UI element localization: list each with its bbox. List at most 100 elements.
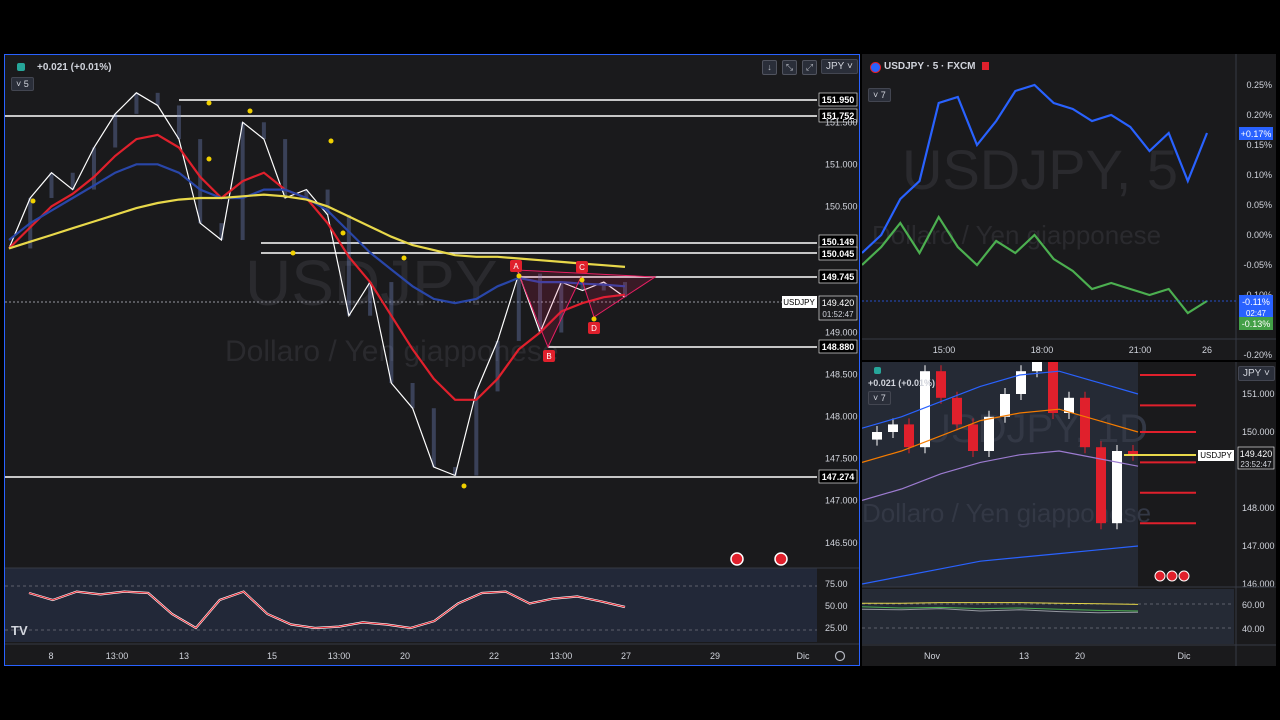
price-badge-151950: 151.950 xyxy=(818,92,858,107)
price-axis-right[interactable]: 151.000150.000148.000147.000146.000 xyxy=(1242,389,1275,589)
percent-tick: -0.05% xyxy=(1243,260,1272,270)
pattern-point-d[interactable]: D xyxy=(588,322,600,334)
price-bar xyxy=(410,382,415,409)
oscillator-pane-right[interactable] xyxy=(862,589,1234,644)
price-bar xyxy=(431,408,436,468)
percent-tick: 0.00% xyxy=(1246,230,1272,240)
price-bar xyxy=(495,340,500,392)
time-tick: 8 xyxy=(48,651,53,661)
candle-body xyxy=(1048,362,1058,413)
badge-green: -0.13% xyxy=(1239,317,1273,330)
percent-tick: 0.25% xyxy=(1246,80,1272,90)
svg-text:A: A xyxy=(513,262,519,271)
price-bar xyxy=(389,282,394,383)
settings-icon[interactable] xyxy=(834,650,846,662)
intraday-chart-panel[interactable]: USDJPY · 5 · FXCM ˅ 7 USDJPY, 5 Dollaro … xyxy=(862,54,1276,360)
svg-text:01:52:47: 01:52:47 xyxy=(822,310,854,319)
tradingview-logo: TV xyxy=(11,623,28,638)
interval-label: 7 xyxy=(880,393,886,403)
svg-text:150.149: 150.149 xyxy=(822,237,855,247)
badge-blue-bottom: -0.11% 02:47 xyxy=(1239,295,1273,319)
time-axis-right-bottom[interactable]: Nov 13 20 Dic xyxy=(924,651,1191,661)
pattern-point-a[interactable]: A xyxy=(510,260,522,272)
main-price-chart[interactable]: USDJPY Dollaro / Yen giapponese A B C D … xyxy=(5,55,860,666)
pattern-point-b[interactable]: B xyxy=(543,350,555,362)
svg-text:USDJPY: USDJPY xyxy=(1200,451,1232,460)
price-axis[interactable]: 151.950 151.752 150.149 150.045 149.745 … xyxy=(782,92,858,548)
time-tick: 13 xyxy=(1019,651,1029,661)
currency-label: JPY xyxy=(1243,368,1262,379)
osc-tick-60: 60.00 xyxy=(1242,600,1265,610)
symbol-tag: USDJPY xyxy=(782,296,817,308)
time-tick: 29 xyxy=(710,651,720,661)
percent-tick: 0.20% xyxy=(1246,110,1272,120)
change-readout: +0.021 (+0.01%) xyxy=(868,378,936,388)
time-tick: Dic xyxy=(1178,651,1191,661)
price-bar xyxy=(91,147,96,190)
price-bar xyxy=(474,391,479,476)
last-price-badge: 149.42023:52:47 xyxy=(1237,446,1275,470)
price-bar xyxy=(113,113,118,148)
price-bar xyxy=(134,92,139,114)
candle-body xyxy=(968,424,978,451)
us-flag-event-icons[interactable] xyxy=(1154,570,1190,582)
time-tick: 27 xyxy=(621,651,631,661)
time-tick: 15:00 xyxy=(933,345,956,355)
time-tick: Nov xyxy=(924,651,941,661)
svg-text:C: C xyxy=(579,263,585,272)
time-tick: 15 xyxy=(267,651,277,661)
candle-body xyxy=(888,424,898,432)
svg-text:D: D xyxy=(591,324,597,333)
svg-text:148.880: 148.880 xyxy=(822,342,855,352)
candle-body xyxy=(904,424,914,448)
svg-text:-0.11%: -0.11% xyxy=(1242,297,1270,307)
pattern-point-c[interactable]: C xyxy=(576,261,588,273)
svg-text:-0.13%: -0.13% xyxy=(1242,319,1271,329)
price-badge-147274: 147.274 xyxy=(818,469,858,484)
svg-text:23:52:47: 23:52:47 xyxy=(1240,460,1272,469)
svg-text:150.045: 150.045 xyxy=(822,249,855,259)
price-bar xyxy=(198,139,203,224)
time-tick: 13 xyxy=(179,651,189,661)
percent-tick: 0.15% xyxy=(1246,140,1272,150)
us-flag-event-icon[interactable] xyxy=(774,552,788,566)
price-bar xyxy=(261,122,266,140)
time-tick: 20 xyxy=(1075,651,1085,661)
chart-subtitle: Dollaro / Yen giapponese xyxy=(862,498,1151,528)
oscillator-pane[interactable] xyxy=(5,568,817,642)
price-tick: 148.000 xyxy=(825,412,858,422)
percent-tick: 0.05% xyxy=(1246,200,1272,210)
candle-body xyxy=(1032,362,1042,372)
price-bar xyxy=(155,92,160,106)
price-tick: 151.000 xyxy=(1242,389,1275,399)
percent-tick: -0.20% xyxy=(1243,350,1272,360)
time-tick: 13:00 xyxy=(550,651,573,661)
us-flag-event-icon[interactable] xyxy=(730,552,744,566)
time-axis-right-top[interactable]: 15:00 18:00 21:00 26 xyxy=(933,345,1212,355)
daily-chart-panel[interactable]: USDJPY, 1D Dollaro / Yen giapponese 151.… xyxy=(862,362,1276,666)
svg-text:151.950: 151.950 xyxy=(822,95,855,105)
osc-tick-25: 25.00 xyxy=(825,623,848,633)
time-tick: 26 xyxy=(1202,345,1212,355)
time-axis[interactable]: 8 13:00 13 15 13:00 20 22 13:00 27 29 Dic xyxy=(48,651,810,661)
interval-toggle-right-bottom[interactable]: ˅ 7 xyxy=(868,391,891,405)
currency-select[interactable]: JPY ˅ xyxy=(1238,366,1275,381)
price-tick: 149.000 xyxy=(825,328,858,338)
price-tick: 150.000 xyxy=(1242,427,1275,437)
time-tick: 13:00 xyxy=(328,651,351,661)
candle-body xyxy=(936,371,946,398)
price-badge-149745: 149.745 xyxy=(818,269,858,284)
osc-tick-50: 50.00 xyxy=(825,601,848,611)
time-tick: 13:00 xyxy=(106,651,129,661)
osc-tick-75: 75.00 xyxy=(825,579,848,589)
chart-watermark: USDJPY, 5 xyxy=(902,138,1178,201)
svg-text:149.420: 149.420 xyxy=(822,298,855,308)
percent-chart[interactable]: USDJPY, 5 Dollaro / Yen giapponese 0.25%… xyxy=(862,54,1276,360)
price-tick: 151.000 xyxy=(825,159,858,169)
main-chart-panel[interactable]: +0.021 (+0.01%) ˅ 5 ↓ ⤡ ⤢ JPY ˅ USDJPY D… xyxy=(4,54,860,666)
svg-text:USDJPY: USDJPY xyxy=(783,298,815,307)
price-tick: 146.500 xyxy=(825,538,858,548)
price-badge-150149: 150.149 xyxy=(818,234,858,249)
candle-body xyxy=(984,416,994,451)
daily-price-chart[interactable]: USDJPY, 1D Dollaro / Yen giapponese 151.… xyxy=(862,362,1276,666)
